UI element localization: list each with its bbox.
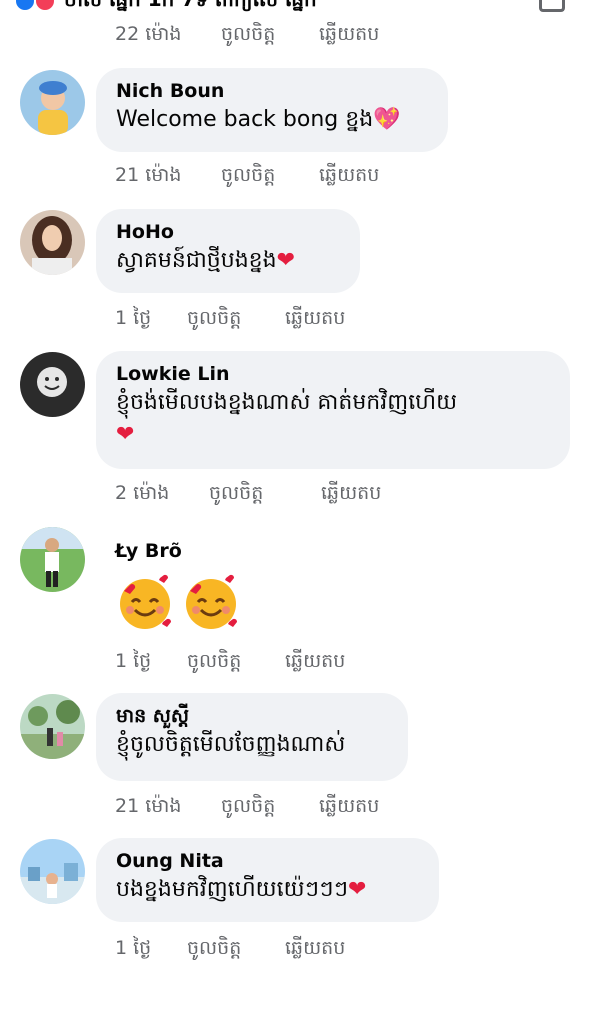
red-heart-emoji: ❤ bbox=[276, 248, 296, 273]
comment-time: 21 ម៉ោង bbox=[115, 795, 182, 817]
comment-text-content: ស្វាគមន៍ជាថ្មីបងខ្នង bbox=[116, 248, 277, 273]
comment-time: 1 ថ្ងៃ bbox=[115, 307, 152, 329]
red-heart-emoji: ❤ bbox=[116, 422, 135, 447]
comment-text-content: ខ្ញុំចូលចិត្តមើលចែញ្ញងណាស់ bbox=[116, 732, 346, 757]
avatar[interactable] bbox=[20, 70, 85, 135]
comment-actions: 1 ថ្ងៃ ចូលចិត្ត ឆ្លើយតប bbox=[115, 306, 345, 330]
comment-bubble: Lowkie Lin ខ្ញុំចង់មើលបងខ្នងណាស់ គាត់មកវ… bbox=[96, 351, 570, 469]
like-button[interactable]: ចូលចិត្ត bbox=[187, 936, 285, 960]
comment-actions: 1 ថ្ងៃ ចូលចិត្ត ឆ្លើយតប bbox=[115, 936, 345, 960]
like-button[interactable]: ចូលចិត្ត bbox=[221, 794, 319, 818]
commenter-name[interactable]: Ły Brõ bbox=[115, 538, 182, 564]
commenter-name[interactable]: មាន សួស្តី bbox=[116, 703, 388, 729]
reply-button[interactable]: ឆ្លើយតប bbox=[285, 649, 345, 673]
avatar[interactable] bbox=[20, 210, 85, 275]
reply-button[interactable]: ឆ្លើយតប bbox=[285, 306, 345, 330]
love-reaction-icon bbox=[34, 0, 56, 12]
like-button[interactable]: ចូលចិត្ត bbox=[209, 481, 321, 505]
reaction-summary-text: ចាស ផ្នែក 1ក 7ទី ពាក្យលើ ផ្នែក bbox=[64, 0, 317, 16]
reply-button[interactable]: ឆ្លើយតប bbox=[319, 794, 379, 818]
avatar[interactable] bbox=[20, 527, 85, 592]
reply-button[interactable]: ឆ្លើយតប bbox=[319, 22, 379, 46]
comment-time: 22 ម៉ោង bbox=[115, 23, 182, 45]
like-reaction-icon bbox=[14, 0, 36, 12]
comment-time: 1 ថ្ងៃ bbox=[115, 650, 152, 672]
reaction-summary[interactable]: ចាស ផ្នែក 1ក 7ទី ពាក្យលើ ផ្នែក bbox=[14, 0, 317, 16]
like-button[interactable]: ចូលចិត្ត bbox=[187, 306, 285, 330]
avatar[interactable] bbox=[20, 694, 85, 759]
smiling-face-with-hearts-icon bbox=[120, 574, 172, 629]
avatar[interactable] bbox=[20, 352, 85, 417]
avatar[interactable] bbox=[20, 839, 85, 904]
smiling-face-with-hearts-icon bbox=[186, 574, 238, 629]
previous-comment-meta: 22 ម៉ោង ចូលចិត្ត ឆ្លើយតប bbox=[115, 22, 379, 46]
avatar-image bbox=[20, 694, 85, 759]
avatar-image bbox=[20, 839, 85, 904]
red-heart-emoji: ❤ bbox=[348, 877, 367, 902]
comment-text: បងខ្នងមកវិញហើយយ៉េៗៗៗ❤ bbox=[116, 874, 419, 906]
commenter-name[interactable]: Oung Nita bbox=[116, 848, 419, 874]
comment-bubble: មាន សួស្តី ខ្ញុំចូលចិត្តមើលចែញ្ញងណាស់ bbox=[96, 693, 408, 781]
comment-time: 21 ម៉ោង bbox=[115, 164, 182, 186]
comment-actions: 21 ម៉ោង ចូលចិត្ត ឆ្លើយតប bbox=[115, 794, 379, 818]
commenter-name[interactable]: Nich Boun bbox=[116, 78, 428, 104]
reply-button[interactable]: ឆ្លើយតប bbox=[321, 481, 381, 505]
top-partial-header: ចាស ផ្នែក 1ក 7ទី ពាក្យលើ ផ្នែក 22 ម៉ោង ច… bbox=[0, 0, 589, 52]
commenter-name[interactable]: HoHo bbox=[116, 219, 340, 245]
comment-bubble: Nich Boun Welcome back bong ខ្នង💖 bbox=[96, 68, 448, 152]
comment-time: 1 ថ្ងៃ bbox=[115, 937, 152, 959]
comment-text: ស្វាគមន៍ជាថ្មីបងខ្នង❤ bbox=[116, 245, 340, 277]
share-icon[interactable] bbox=[539, 0, 565, 12]
avatar-image bbox=[20, 70, 85, 135]
comment-text-content: ខ្ញុំចង់មើលបងខ្នងណាស់ គាត់មកវិញហើយ bbox=[116, 390, 458, 415]
comment-bubble: Oung Nita បងខ្នងមកវិញហើយយ៉េៗៗៗ❤ bbox=[96, 838, 439, 922]
like-button[interactable]: ចូលចិត្ត bbox=[221, 163, 319, 187]
like-button[interactable]: ចូលចិត្ត bbox=[187, 649, 285, 673]
comment-actions: 2 ម៉ោង ចូលចិត្ត ឆ្លើយតប bbox=[115, 481, 381, 505]
emoji-reply bbox=[115, 572, 241, 632]
comment-time: 2 ម៉ោង bbox=[115, 482, 170, 504]
sparkling-heart-emoji: 💖 bbox=[373, 107, 401, 132]
avatar-image bbox=[20, 210, 85, 275]
comment-text-content: Welcome back bong ខ្នង bbox=[116, 107, 374, 132]
comment-bubble: HoHo ស្វាគមន៍ជាថ្មីបងខ្នង❤ bbox=[96, 209, 360, 293]
avatar-image bbox=[20, 352, 85, 417]
comment-text-content: បងខ្នងមកវិញហើយយ៉េៗៗៗ bbox=[116, 877, 349, 902]
comment-actions: 1 ថ្ងៃ ចូលចិត្ត ឆ្លើយតប bbox=[115, 649, 345, 673]
like-button[interactable]: ចូលចិត្ត bbox=[221, 22, 319, 46]
avatar-image bbox=[20, 527, 85, 592]
commenter-name[interactable]: Lowkie Lin bbox=[116, 361, 550, 387]
reply-button[interactable]: ឆ្លើយតប bbox=[319, 163, 379, 187]
comment-actions: 21 ម៉ោង ចូលចិត្ត ឆ្លើយតប bbox=[115, 163, 379, 187]
comment-text: Welcome back bong ខ្នង💖 bbox=[116, 104, 428, 136]
reply-button[interactable]: ឆ្លើយតប bbox=[285, 936, 345, 960]
